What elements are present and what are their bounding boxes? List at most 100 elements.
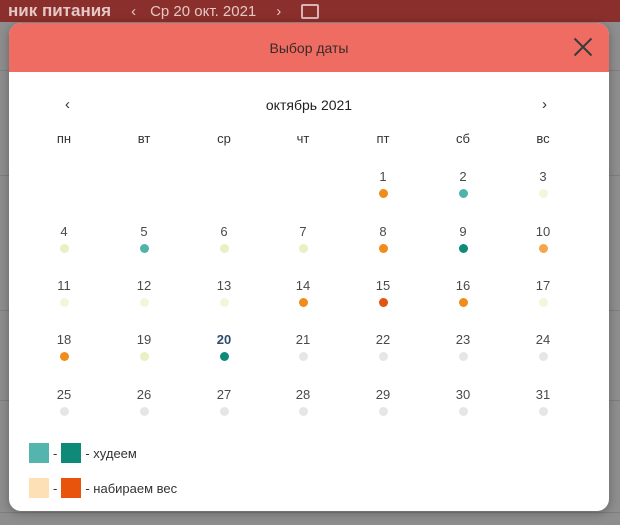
day-status-dot [538,407,548,416]
background-divider [0,512,620,513]
calendar-day[interactable]: 5 [119,224,169,264]
calendar-day[interactable]: 29 [358,387,408,427]
calendar-icon [301,3,320,19]
calendar-day[interactable]: 19 [119,332,169,372]
calendar-day[interactable]: 22 [358,332,408,372]
background-topbar: ник питания ‹ Ср 20 окт. 2021 › [0,0,620,22]
day-status-dot [378,244,388,253]
calendar-day-number: 15 [375,278,391,293]
day-status-dot [538,189,548,198]
prev-month-button[interactable]: ‹ [65,96,70,113]
calendar-day[interactable]: 1 [358,169,408,209]
day-status-dot [219,244,229,253]
day-status-dot [139,352,149,361]
legend-row-lose: - - худеем [29,442,177,464]
day-status-dot [378,189,388,198]
calendar-day-number: 22 [375,332,391,347]
day-status-dot [538,352,548,361]
day-status-dot [298,244,308,253]
weekday-header: пн вт ср чт пт сб вс [9,131,609,147]
legend-swatch-lose-light [29,443,49,463]
calendar-day[interactable]: 16 [438,278,488,318]
day-status-dot [458,244,468,253]
day-status-dot [219,407,229,416]
close-icon[interactable] [573,37,593,57]
next-month-button[interactable]: › [542,96,547,113]
calendar-day-number: 28 [295,387,311,402]
legend-swatch-gain-dark [61,478,82,498]
calendar-day[interactable]: 8 [358,224,408,264]
calendar-day-number: 20 [216,332,232,347]
calendar-day[interactable]: 30 [438,387,488,427]
day-status-dot [219,352,229,361]
calendar-day[interactable]: 25 [39,387,89,427]
day-status-dot [139,298,149,307]
month-label: октябрь 2021 [265,97,353,113]
legend-label-lose: - худеем [85,445,137,461]
date-picker-dialog: Выбор даты октябрь 2021 ‹ › пн вт ср чт пт сб… [9,23,609,511]
calendar-day-number: 21 [295,332,311,347]
calendar-day-number: 26 [136,387,152,402]
calendar-day[interactable]: 10 [518,224,568,264]
calendar-day[interactable]: 12 [119,278,169,318]
day-status-dot [59,407,69,416]
calendar-day-number: 4 [60,224,68,239]
calendar-day-number: 3 [539,169,547,184]
calendar-day-number: 9 [459,224,467,239]
legend: - - худеем - - набираем вес [29,442,177,511]
calendar-day[interactable]: 7 [278,224,328,264]
dialog-header: Выбор даты [9,23,609,72]
legend-separator: - [53,480,58,496]
calendar-day-number: 17 [535,278,551,293]
day-status-dot [59,244,69,253]
day-status-dot [219,298,229,307]
calendar-day-number: 29 [375,387,391,402]
calendar-day[interactable]: 27 [199,387,249,427]
day-status-dot [298,407,308,416]
calendar-day-number: 23 [455,332,471,347]
calendar-day-number: 2 [459,169,467,184]
calendar-day[interactable]: 4 [39,224,89,264]
calendar-day[interactable]: 21 [278,332,328,372]
calendar-day-number: 11 [57,278,71,293]
day-status-dot [378,352,388,361]
calendar-day-number: 13 [216,278,232,293]
calendar-day[interactable]: 9 [438,224,488,264]
calendar-day-number: 31 [535,387,551,402]
calendar-day-number: 7 [299,224,307,239]
day-status-dot [378,407,388,416]
calendar-day[interactable]: 20 [199,332,249,372]
calendar-day[interactable]: 14 [278,278,328,318]
calendar-day[interactable]: 26 [119,387,169,427]
calendar-day-number: 14 [295,278,311,293]
day-status-dot [139,407,149,416]
calendar-day-number: 1 [379,169,387,184]
calendar-day[interactable]: 15 [358,278,408,318]
calendar-day[interactable]: 31 [518,387,568,427]
calendar-day[interactable]: 13 [199,278,249,318]
weekday-label: пн [56,131,72,146]
calendar-day-number: 30 [455,387,471,402]
day-status-dot [538,298,548,307]
calendar-day[interactable]: 28 [278,387,328,427]
legend-swatch-lose-dark [61,443,82,463]
calendar-day-number: 16 [455,278,471,293]
calendar-day[interactable]: 2 [438,169,488,209]
calendar-day[interactable]: 17 [518,278,568,318]
background-prev-arrow: ‹ [131,2,137,20]
calendar-day-number: 12 [136,278,152,293]
day-status-dot [538,244,548,253]
day-status-dot [378,298,388,307]
calendar-day[interactable]: 6 [199,224,249,264]
calendar-day-number: 24 [535,332,551,347]
calendar-day[interactable]: 24 [518,332,568,372]
dialog-title: Выбор даты [269,39,349,56]
weekday-label: пт [376,131,390,146]
background-current-date: Ср 20 окт. 2021 [150,2,257,20]
calendar-day[interactable]: 18 [39,332,89,372]
calendar-day[interactable]: 23 [438,332,488,372]
calendar-day[interactable]: 3 [518,169,568,209]
weekday-label: чт [296,131,310,146]
calendar-day[interactable]: 11 [39,278,89,318]
calendar-day-number: 25 [56,387,72,402]
